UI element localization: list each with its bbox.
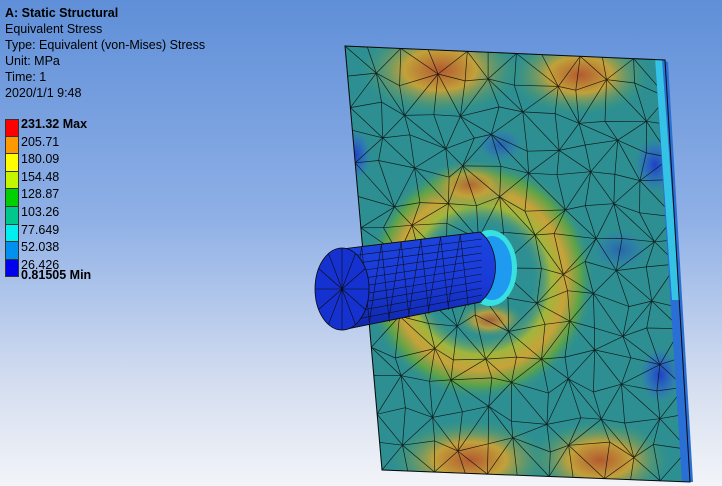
legend-color-swatch[interactable] [5,206,19,225]
legend-min-label: 0.81505 Min [21,268,92,283]
result-unit: Unit: MPa [5,54,60,68]
result-info-panel: A: Static Structural Equivalent Stress T… [5,5,205,101]
legend-color-swatch[interactable] [5,136,19,155]
legend-level-label: 180.09 [21,152,60,167]
legend-color-swatch[interactable] [5,189,19,207]
legend-level-label: 128.87 [21,187,60,202]
legend-level-label: 77.649 [21,222,60,237]
legend-level-label: 52.038 [21,240,60,255]
result-time: Time: 1 [5,70,47,84]
result-timestamp: 2020/1/1 9:48 [5,86,82,100]
mesh-edge [487,406,490,444]
legend-level-label: 103.26 [21,204,60,219]
legend-color-swatch[interactable] [5,171,19,190]
result-name: Equivalent Stress [5,22,103,36]
result-type: Type: Equivalent (von-Mises) Stress [5,38,206,52]
legend-color-swatch[interactable] [5,154,19,172]
legend-color-swatch[interactable] [5,119,19,137]
legend-color-swatch[interactable] [5,242,19,260]
legend-color-swatch[interactable] [5,224,19,243]
legend-level-label: 154.48 [21,169,60,184]
legend-color-swatch[interactable] [5,259,19,278]
legend-level-label: 205.71 [21,134,60,149]
legend-max-label: 231.32 Max [21,117,88,131]
analysis-title: A: Static Structural [5,6,119,20]
